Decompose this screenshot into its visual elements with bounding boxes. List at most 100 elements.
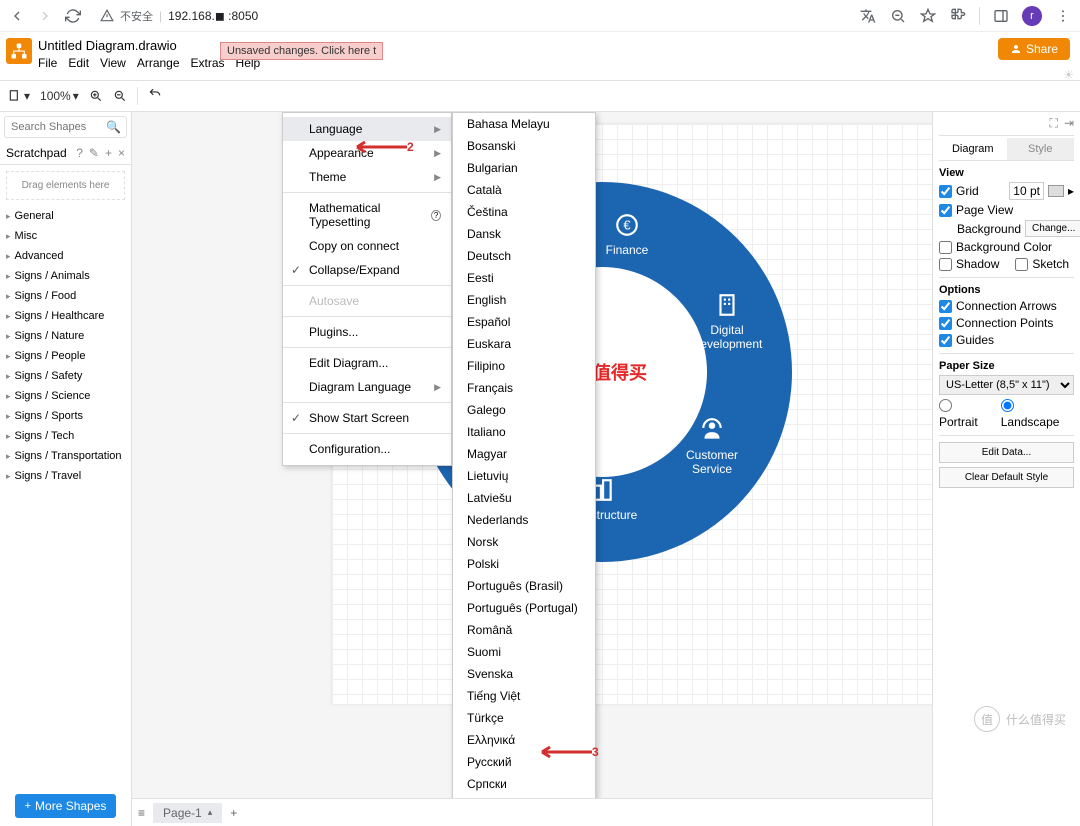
grid-size[interactable]: 10 pt bbox=[1009, 182, 1044, 200]
scratchpad-dropzone[interactable]: Drag elements here bbox=[6, 171, 125, 200]
category-item[interactable]: Signs / Transportation bbox=[0, 446, 131, 466]
shadow-checkbox[interactable] bbox=[939, 258, 952, 271]
bgcolor-checkbox[interactable] bbox=[939, 241, 952, 254]
tab-style[interactable]: Style bbox=[1007, 138, 1075, 160]
pageview-checkbox[interactable] bbox=[939, 204, 952, 217]
language-option[interactable]: Српски bbox=[453, 773, 595, 795]
profile-avatar[interactable]: r bbox=[1022, 6, 1042, 26]
menu-item[interactable]: Copy on connect bbox=[283, 234, 451, 258]
category-item[interactable]: Signs / Tech bbox=[0, 426, 131, 446]
language-option[interactable]: Español bbox=[453, 311, 595, 333]
conn-arrows-checkbox[interactable] bbox=[939, 300, 952, 313]
search-icon[interactable]: 🔍 bbox=[106, 120, 121, 134]
category-item[interactable]: Signs / Food bbox=[0, 286, 131, 306]
category-item[interactable]: Signs / Sports bbox=[0, 406, 131, 426]
sidepanel-icon[interactable] bbox=[992, 7, 1010, 25]
translate-icon[interactable] bbox=[859, 7, 877, 25]
menu-edit[interactable]: Edit bbox=[68, 56, 89, 70]
language-option[interactable]: Čeština bbox=[453, 201, 595, 223]
category-item[interactable]: Signs / Nature bbox=[0, 326, 131, 346]
language-option[interactable]: Polski bbox=[453, 553, 595, 575]
language-option[interactable]: Deutsch bbox=[453, 245, 595, 267]
back-icon[interactable] bbox=[8, 7, 26, 25]
edit-icon[interactable]: ✎ bbox=[89, 146, 99, 160]
language-option[interactable]: Português (Portugal) bbox=[453, 597, 595, 619]
language-option[interactable]: Italiano bbox=[453, 421, 595, 443]
page-tab-menu-icon[interactable]: ▴ bbox=[208, 807, 213, 818]
page-tab[interactable]: Page-1▴ bbox=[153, 803, 222, 823]
guides-checkbox[interactable] bbox=[939, 334, 952, 347]
language-option[interactable]: Bulgarian bbox=[453, 157, 595, 179]
unsaved-warning[interactable]: Unsaved changes. Click here t bbox=[220, 42, 383, 60]
language-option[interactable]: Eesti bbox=[453, 267, 595, 289]
language-option[interactable]: Català bbox=[453, 179, 595, 201]
sketch-checkbox[interactable] bbox=[1015, 258, 1028, 271]
language-option[interactable]: Nederlands bbox=[453, 509, 595, 531]
language-option[interactable]: Français bbox=[453, 377, 595, 399]
language-option[interactable]: Lietuvių bbox=[453, 465, 595, 487]
category-item[interactable]: Signs / Travel bbox=[0, 466, 131, 486]
menu-view[interactable]: View bbox=[100, 56, 126, 70]
category-item[interactable]: Signs / People bbox=[0, 346, 131, 366]
menu-item[interactable]: ✓Show Start Screen bbox=[283, 406, 451, 430]
language-option[interactable]: Bosanski bbox=[453, 135, 595, 157]
menu-file[interactable]: File bbox=[38, 56, 57, 70]
extensions-icon[interactable] bbox=[949, 7, 967, 25]
language-option[interactable]: Tiếng Việt bbox=[453, 685, 595, 707]
language-option[interactable]: Latviešu bbox=[453, 487, 595, 509]
kebab-icon[interactable] bbox=[1054, 7, 1072, 25]
menu-item[interactable]: Plugins... bbox=[283, 320, 451, 344]
language-option[interactable]: Filipino bbox=[453, 355, 595, 377]
close-icon[interactable]: × bbox=[118, 146, 125, 160]
bookmark-icon[interactable] bbox=[919, 7, 937, 25]
reload-icon[interactable] bbox=[64, 7, 82, 25]
clear-style-button[interactable]: Clear Default Style bbox=[939, 467, 1074, 488]
category-item[interactable]: Misc bbox=[0, 226, 131, 246]
menu-item[interactable]: Theme▶ bbox=[283, 165, 451, 189]
zoom-dropdown[interactable]: 100% ▾ bbox=[40, 89, 79, 103]
menu-item[interactable]: Mathematical Typesetting? bbox=[283, 196, 451, 234]
language-option[interactable]: Svenska bbox=[453, 663, 595, 685]
menu-item[interactable]: Edit Diagram... bbox=[283, 351, 451, 375]
zoom-out-icon[interactable] bbox=[889, 7, 907, 25]
language-option[interactable]: Українська bbox=[453, 795, 595, 798]
app-logo[interactable] bbox=[6, 38, 32, 64]
language-option[interactable]: Galego bbox=[453, 399, 595, 421]
collapse-panel-icon[interactable]: ⇥ bbox=[1064, 116, 1074, 131]
category-item[interactable]: Advanced bbox=[0, 246, 131, 266]
category-item[interactable]: Signs / Safety bbox=[0, 366, 131, 386]
edit-data-button[interactable]: Edit Data... bbox=[939, 442, 1074, 463]
language-option[interactable]: Magyar bbox=[453, 443, 595, 465]
language-option[interactable]: Suomi bbox=[453, 641, 595, 663]
landscape-radio[interactable]: Landscape bbox=[1001, 399, 1074, 429]
stepper-icon[interactable]: ▸ bbox=[1068, 184, 1074, 198]
more-shapes-button[interactable]: + More Shapes bbox=[15, 794, 117, 818]
menu-item[interactable]: ✓Collapse/Expand bbox=[283, 258, 451, 282]
category-item[interactable]: Signs / Animals bbox=[0, 266, 131, 286]
menu-item[interactable]: Configuration... bbox=[283, 437, 451, 461]
portrait-radio[interactable]: Portrait bbox=[939, 399, 993, 429]
page-setup-button[interactable]: ▾ bbox=[8, 89, 30, 103]
undo-icon[interactable] bbox=[148, 89, 162, 103]
category-item[interactable]: General bbox=[0, 206, 131, 226]
menu-arrange[interactable]: Arrange bbox=[137, 56, 180, 70]
pages-menu-icon[interactable]: ≡ bbox=[138, 806, 145, 820]
category-item[interactable]: Signs / Healthcare bbox=[0, 306, 131, 326]
help-icon[interactable]: ? bbox=[76, 146, 83, 160]
language-option[interactable]: Euskara bbox=[453, 333, 595, 355]
grid-color[interactable] bbox=[1048, 185, 1064, 197]
add-icon[interactable]: + bbox=[105, 146, 112, 160]
canvas[interactable]: 什么值得买 Global Partnerships Environmental … bbox=[132, 112, 932, 798]
language-option[interactable]: Norsk bbox=[453, 531, 595, 553]
zoom-out-icon[interactable] bbox=[113, 89, 127, 103]
conn-points-checkbox[interactable] bbox=[939, 317, 952, 330]
paper-size-select[interactable]: US-Letter (8,5" x 11") bbox=[939, 375, 1074, 395]
add-page-icon[interactable]: + bbox=[230, 806, 237, 820]
tab-diagram[interactable]: Diagram bbox=[939, 138, 1007, 160]
language-option[interactable]: Bahasa Melayu bbox=[453, 113, 595, 135]
language-option[interactable]: Português (Brasil) bbox=[453, 575, 595, 597]
category-item[interactable]: Signs / Science bbox=[0, 386, 131, 406]
language-option[interactable]: Română bbox=[453, 619, 595, 641]
url-bar[interactable]: 不安全 | 192.168.◼ :8050 bbox=[92, 8, 849, 24]
fullscreen-icon[interactable]: ⛶ bbox=[1050, 116, 1058, 131]
